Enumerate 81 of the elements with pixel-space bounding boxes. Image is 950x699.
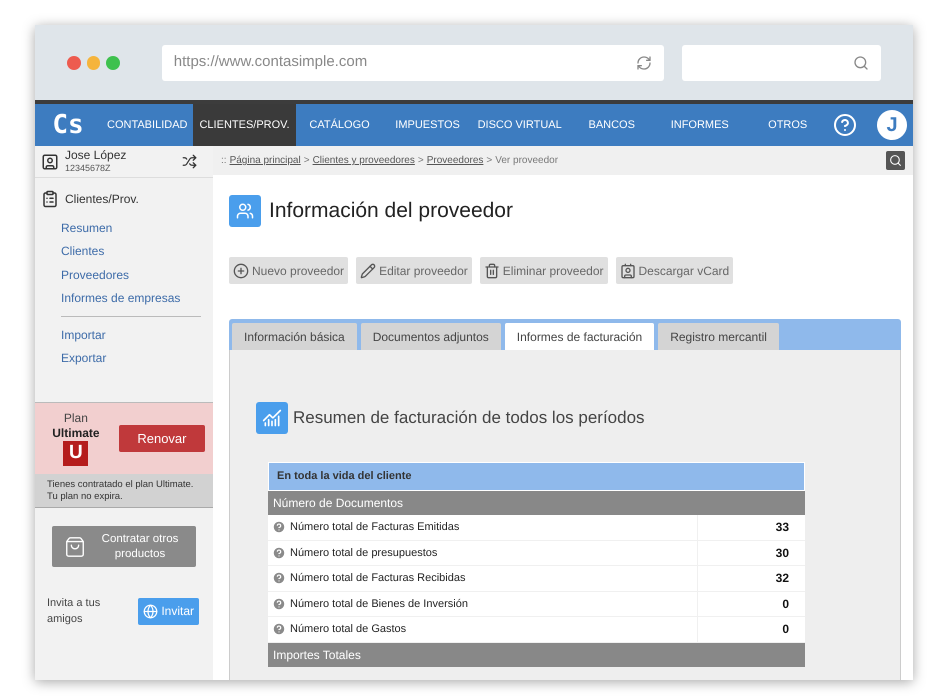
nav-item[interactable]: INFORMES xyxy=(656,104,744,146)
table-cell: Número total de Facturas Recibidas xyxy=(290,566,698,590)
shopping-bag-icon xyxy=(64,536,86,558)
clipboard-icon xyxy=(41,190,59,208)
search-icon xyxy=(889,154,902,167)
nav-item[interactable]: OTROS xyxy=(744,104,832,146)
plan-name: Ultimate xyxy=(52,426,100,441)
tab[interactable]: Registro mercantil xyxy=(658,323,779,350)
tab[interactable]: Informes de facturación xyxy=(504,323,654,350)
tab[interactable]: Documentos adjuntos xyxy=(360,323,501,350)
table-cell: Número total de presupuestos xyxy=(290,540,698,565)
chart-icon xyxy=(256,402,288,434)
breadcrumb-link[interactable]: Proveedores xyxy=(426,153,484,168)
breadcrumb-separator: > xyxy=(418,154,424,168)
tab[interactable]: Información básica xyxy=(232,323,357,350)
pencil-icon xyxy=(360,262,376,278)
breadcrumb-link[interactable]: Página principal xyxy=(230,153,301,168)
group-header: Importes Totales xyxy=(268,642,805,666)
renew-button[interactable]: Renovar xyxy=(118,425,205,452)
search-field[interactable] xyxy=(682,44,882,80)
help-icon[interactable] xyxy=(833,113,857,137)
user-icon xyxy=(41,152,59,170)
avatar[interactable]: J xyxy=(875,108,909,142)
page-title: Información del proveedor xyxy=(269,198,513,224)
plan-note: Tienes contratado el plan Ultimate. Tu plan no expira. xyxy=(35,474,213,508)
table-cell-text: 33 xyxy=(774,519,790,536)
sidebar-link[interactable]: Resumen xyxy=(61,216,201,240)
section-title: Clientes/Prov. xyxy=(65,191,139,208)
user-id: 12345678Z xyxy=(65,162,112,174)
table-cell: Número total de Facturas Emitidas xyxy=(290,515,698,540)
contact-card-icon xyxy=(620,262,636,278)
globe-icon xyxy=(143,604,158,618)
plan-badge: U xyxy=(63,441,88,466)
help-icon[interactable] xyxy=(272,546,286,560)
table-cell-text: 0 xyxy=(781,596,790,613)
nav-item[interactable]: BANCOS xyxy=(568,104,656,146)
action-button[interactable]: Eliminar proveedor xyxy=(480,257,608,284)
sidebar-link[interactable]: Exportar xyxy=(61,346,201,370)
invite-text: Invita a tus amigos xyxy=(47,596,102,627)
help-icon[interactable] xyxy=(272,596,286,611)
help-icon[interactable] xyxy=(272,520,286,534)
table-cell: Número total de Bienes de Inversión xyxy=(290,592,698,616)
nav-item[interactable]: CLIENTES/PROV. xyxy=(193,104,296,146)
breadcrumb-current: Ver proveedor xyxy=(495,154,558,168)
trash-icon xyxy=(484,262,500,278)
help-icon[interactable] xyxy=(272,622,286,636)
user-name: Jose López xyxy=(65,148,128,162)
products-button[interactable]: Contratar otros productos xyxy=(52,526,196,567)
nav-item[interactable]: IMPUESTOS xyxy=(384,104,472,146)
breadcrumb-prefix: :: xyxy=(221,154,227,168)
sidebar-link[interactable]: Importar xyxy=(61,323,201,346)
nav-item[interactable]: CATÁLOGO xyxy=(296,104,384,146)
action-button[interactable]: Nuevo proveedor xyxy=(229,257,348,284)
breadcrumb-separator: > xyxy=(486,154,492,168)
nav-item[interactable]: CONTABILIDAD xyxy=(101,104,194,146)
search-icon[interactable] xyxy=(853,54,870,70)
help-icon[interactable] xyxy=(272,571,286,586)
sidebar-link[interactable]: Informes de empresas xyxy=(61,286,201,310)
action-button[interactable]: Descargar vCard xyxy=(616,257,734,284)
breadcrumb-separator: > xyxy=(304,154,310,168)
plan-label: Plan xyxy=(64,411,88,426)
table-header: En toda la vida del cliente xyxy=(268,462,805,491)
table-cell-text: 0 xyxy=(781,621,790,638)
sidebar-link[interactable]: Clientes xyxy=(61,240,201,263)
nav-item[interactable]: DISCO VIRTUAL xyxy=(472,104,568,146)
sidebar-link[interactable]: Proveedores xyxy=(61,263,201,286)
shuffle-icon[interactable] xyxy=(182,154,197,169)
table-cell-text: 32 xyxy=(774,570,790,588)
action-button[interactable]: Editar proveedor xyxy=(356,257,472,284)
address-bar[interactable]: https://www.contasimple.com xyxy=(162,44,664,80)
invite-button[interactable]: Invitar xyxy=(138,598,199,624)
logo[interactable]: Cs xyxy=(35,104,101,146)
table-cell-text: 30 xyxy=(774,544,790,562)
search-button[interactable] xyxy=(886,151,905,170)
breadcrumb-link[interactable]: Clientes y proveedores xyxy=(312,153,415,168)
users-icon xyxy=(229,195,261,227)
group-header: Número de Documentos xyxy=(268,491,805,515)
plus-circle-icon xyxy=(233,262,249,278)
section-title: Resumen de facturación de todos los períodos xyxy=(293,407,645,430)
reload-icon[interactable] xyxy=(636,54,652,70)
table-cell: Número total de Gastos xyxy=(290,617,698,642)
